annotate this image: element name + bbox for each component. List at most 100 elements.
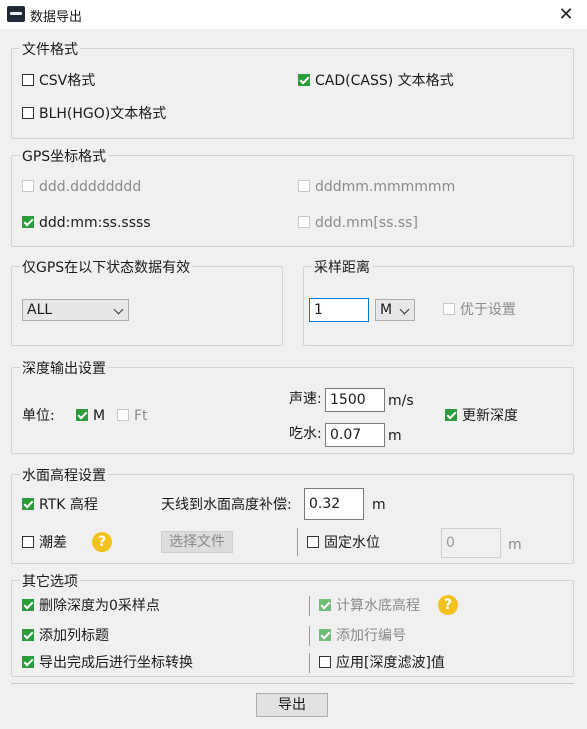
draft-input[interactable]: 0.07 (325, 423, 385, 447)
export-button[interactable]: 导出 (256, 693, 328, 717)
update-depth-checkbox[interactable]: 更新深度 (445, 407, 518, 425)
sampling-unit-select[interactable]: M (375, 299, 415, 321)
add-row-no-label: 添加行编号 (336, 628, 406, 644)
divider (309, 626, 310, 646)
help-icon[interactable]: ? (438, 595, 458, 615)
unit-m-checkbox[interactable]: M (76, 407, 105, 425)
unit-ft-label: Ft (134, 408, 148, 424)
close-button[interactable]: ✕ (545, 0, 587, 29)
draft-value: 0.07 (330, 427, 362, 443)
priority-check-icon (443, 303, 455, 315)
add-header-label: 添加列标题 (39, 628, 109, 644)
divider (297, 528, 298, 556)
add-header-checkbox[interactable]: 添加列标题 (22, 627, 109, 645)
title-bar: 数据导出 ✕ (0, 0, 587, 29)
chevron-down-icon (113, 304, 124, 315)
divider (309, 653, 310, 673)
gps-status-legend: 仅GPS在以下状态数据有效 (20, 257, 193, 277)
fixed-level-checkbox[interactable]: 固定水位 (307, 534, 380, 552)
gps-format-group: GPS坐标格式 (11, 146, 574, 247)
gps-opt2-checkbox[interactable]: dddmm.mmmmmm (298, 178, 455, 196)
water-elevation-legend: 水面高程设置 (20, 465, 108, 485)
tide-label: 潮差 (39, 535, 67, 551)
rtk-checkbox[interactable]: RTK 高程 (22, 496, 98, 514)
csv-format-checkbox[interactable]: CSV格式 (22, 72, 95, 90)
cad-check-icon (298, 74, 310, 86)
select-file-button[interactable]: 选择文件 (161, 531, 233, 553)
select-file-label: 选择文件 (169, 534, 225, 550)
antenna-offset-input[interactable]: 0.32 (304, 488, 364, 520)
sound-speed-input[interactable]: 1500 (325, 388, 385, 412)
update-depth-check-icon (445, 409, 457, 421)
blh-format-checkbox[interactable]: BLH(HGO)文本格式 (22, 105, 166, 123)
fixed-level-input[interactable]: 0 (441, 528, 501, 558)
gps-status-value: ALL (27, 302, 53, 318)
add-row-no-check-icon (319, 629, 331, 641)
gps-opt2-check-icon (298, 180, 310, 192)
fixed-level-value: 0 (446, 535, 455, 551)
calc-bottom-label: 计算水底高程 (336, 598, 420, 614)
sampling-distance-value: 1 (314, 302, 323, 318)
gps-format-legend: GPS坐标格式 (20, 146, 109, 166)
gps-status-select[interactable]: ALL (22, 299, 129, 321)
gps-opt3-checkbox[interactable]: ddd:mm:ss.ssss (22, 214, 151, 232)
gps-opt3-check-icon (22, 216, 34, 228)
csv-format-label: CSV格式 (39, 73, 96, 89)
gps-opt1-check-icon (22, 180, 34, 192)
apply-filter-check-icon (319, 656, 331, 668)
close-icon: ✕ (558, 4, 574, 25)
other-options-legend: 其它选项 (20, 571, 80, 591)
add-row-no-checkbox[interactable]: 添加行编号 (319, 627, 406, 645)
apply-filter-checkbox[interactable]: 应用[深度滤波]值 (319, 654, 445, 672)
fixed-level-label: 固定水位 (324, 535, 380, 551)
fixed-level-unit: m (508, 537, 522, 553)
coord-convert-checkbox[interactable]: 导出完成后进行坐标转换 (22, 654, 193, 672)
window-title: 数据导出 (30, 10, 83, 25)
draft-unit: m (388, 428, 402, 444)
tide-checkbox[interactable]: 潮差 (22, 534, 67, 552)
rtk-check-icon (22, 498, 34, 510)
gps-opt1-label: ddd.dddddddd (39, 179, 142, 195)
sound-speed-value: 1500 (330, 392, 366, 408)
coord-convert-label: 导出完成后进行坐标转换 (39, 655, 193, 671)
chevron-down-icon (399, 304, 410, 315)
unit-ft-checkbox[interactable]: Ft (117, 407, 148, 425)
unit-ft-check-icon (117, 409, 129, 421)
depth-output-legend: 深度输出设置 (20, 358, 108, 378)
add-header-check-icon (22, 629, 34, 641)
help-icon[interactable]: ? (92, 532, 112, 552)
cad-format-checkbox[interactable]: CAD(CASS) 文本格式 (298, 72, 454, 90)
fixed-level-check-icon (307, 536, 319, 548)
cad-format-label: CAD(CASS) 文本格式 (315, 73, 454, 89)
unit-m-check-icon (76, 409, 88, 421)
file-format-group: 文件格式 (11, 39, 574, 139)
antenna-offset-unit: m (372, 497, 386, 513)
gps-opt4-checkbox[interactable]: ddd.mm[ss.ss] (298, 214, 418, 232)
antenna-offset-label: 天线到水面高度补偿: (161, 497, 292, 513)
blh-format-label: BLH(HGO)文本格式 (39, 106, 167, 122)
coord-convert-check-icon (22, 656, 34, 668)
file-format-legend: 文件格式 (20, 39, 80, 59)
blh-check-icon (22, 107, 34, 119)
antenna-offset-value: 0.32 (309, 496, 341, 512)
draft-label: 吃水: (289, 426, 322, 442)
delete-zero-label: 删除深度为0采样点 (39, 598, 160, 614)
calc-bottom-checkbox[interactable]: 计算水底高程 (319, 597, 420, 615)
export-button-label: 导出 (278, 697, 306, 713)
priority-label: 优于设置 (460, 302, 516, 318)
priority-checkbox[interactable]: 优于设置 (443, 301, 516, 319)
gps-opt1-checkbox[interactable]: ddd.dddddddd (22, 178, 141, 196)
gps-opt2-label: dddmm.mmmmmm (315, 179, 456, 195)
gps-opt4-label: ddd.mm[ss.ss] (315, 215, 418, 231)
gps-opt4-check-icon (298, 216, 310, 228)
calc-bottom-check-icon (319, 599, 331, 611)
delete-zero-checkbox[interactable]: 删除深度为0采样点 (22, 597, 160, 615)
unit-label: 单位: (22, 408, 55, 424)
sound-speed-unit: m/s (388, 393, 414, 409)
delete-zero-check-icon (22, 599, 34, 611)
sampling-distance-input[interactable]: 1 (309, 298, 369, 322)
update-depth-label: 更新深度 (462, 408, 518, 424)
sampling-legend: 采样距离 (312, 257, 372, 277)
unit-m-label: M (93, 408, 106, 424)
rtk-label: RTK 高程 (39, 497, 98, 513)
